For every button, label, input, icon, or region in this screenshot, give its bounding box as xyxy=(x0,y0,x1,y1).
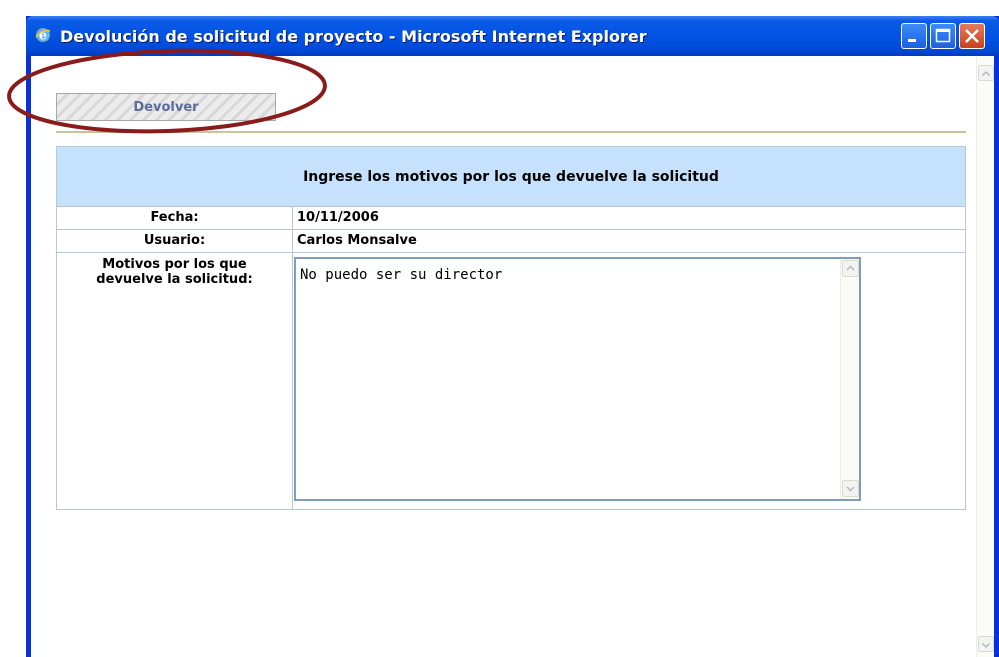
devolver-button[interactable]: Devolver xyxy=(56,93,276,121)
chevron-up-icon xyxy=(846,265,855,271)
internet-explorer-icon[interactable]: e xyxy=(34,26,52,44)
close-button[interactable] xyxy=(959,23,985,49)
maximize-icon xyxy=(935,28,951,43)
browser-window: e Devolución de solicitud de proyecto - … xyxy=(26,16,999,657)
usuario-row: Usuario: Carlos Monsalve xyxy=(57,230,965,253)
textarea-scrollbar[interactable] xyxy=(840,259,859,499)
divider xyxy=(56,131,966,133)
chevron-down-icon xyxy=(846,486,855,492)
chevron-down-icon xyxy=(981,642,991,649)
minimize-button[interactable] xyxy=(901,23,927,49)
page-scroll-up-button[interactable] xyxy=(978,65,994,81)
fecha-value: 10/11/2006 xyxy=(297,210,379,225)
close-icon xyxy=(965,29,979,43)
page-content: Devolver Ingrese los motivos por los que… xyxy=(31,56,994,657)
title-bar[interactable]: e Devolución de solicitud de proyecto - … xyxy=(26,16,999,56)
textarea-scroll-down-button[interactable] xyxy=(842,480,859,497)
chevron-up-icon xyxy=(981,70,991,77)
motivos-row: Motivos por los que devuelve la solicitu… xyxy=(57,253,965,509)
page-scrollbar[interactable] xyxy=(976,56,994,657)
maximize-button[interactable] xyxy=(930,23,956,49)
motivos-textarea[interactable]: No puedo ser su director xyxy=(294,257,861,501)
motivos-label-line2: devuelve la solicitud: xyxy=(96,272,253,287)
usuario-label: Usuario: xyxy=(57,230,293,252)
minimize-icon xyxy=(908,39,916,42)
devolucion-form: Ingrese los motivos por los que devuelve… xyxy=(56,146,966,510)
motivos-label-line1: Motivos por los que xyxy=(102,257,247,272)
motivos-label: Motivos por los que devuelve la solicitu… xyxy=(57,253,293,509)
fecha-label: Fecha: xyxy=(57,207,293,229)
window-title: Devolución de solicitud de proyecto - Mi… xyxy=(60,27,647,46)
textarea-scroll-up-button[interactable] xyxy=(842,260,859,277)
usuario-value: Carlos Monsalve xyxy=(297,233,417,248)
form-header: Ingrese los motivos por los que devuelve… xyxy=(57,147,965,207)
page-scroll-down-button[interactable] xyxy=(978,636,994,652)
form-header-text: Ingrese los motivos por los que devuelve… xyxy=(303,168,719,185)
fecha-row: Fecha: 10/11/2006 xyxy=(57,207,965,230)
